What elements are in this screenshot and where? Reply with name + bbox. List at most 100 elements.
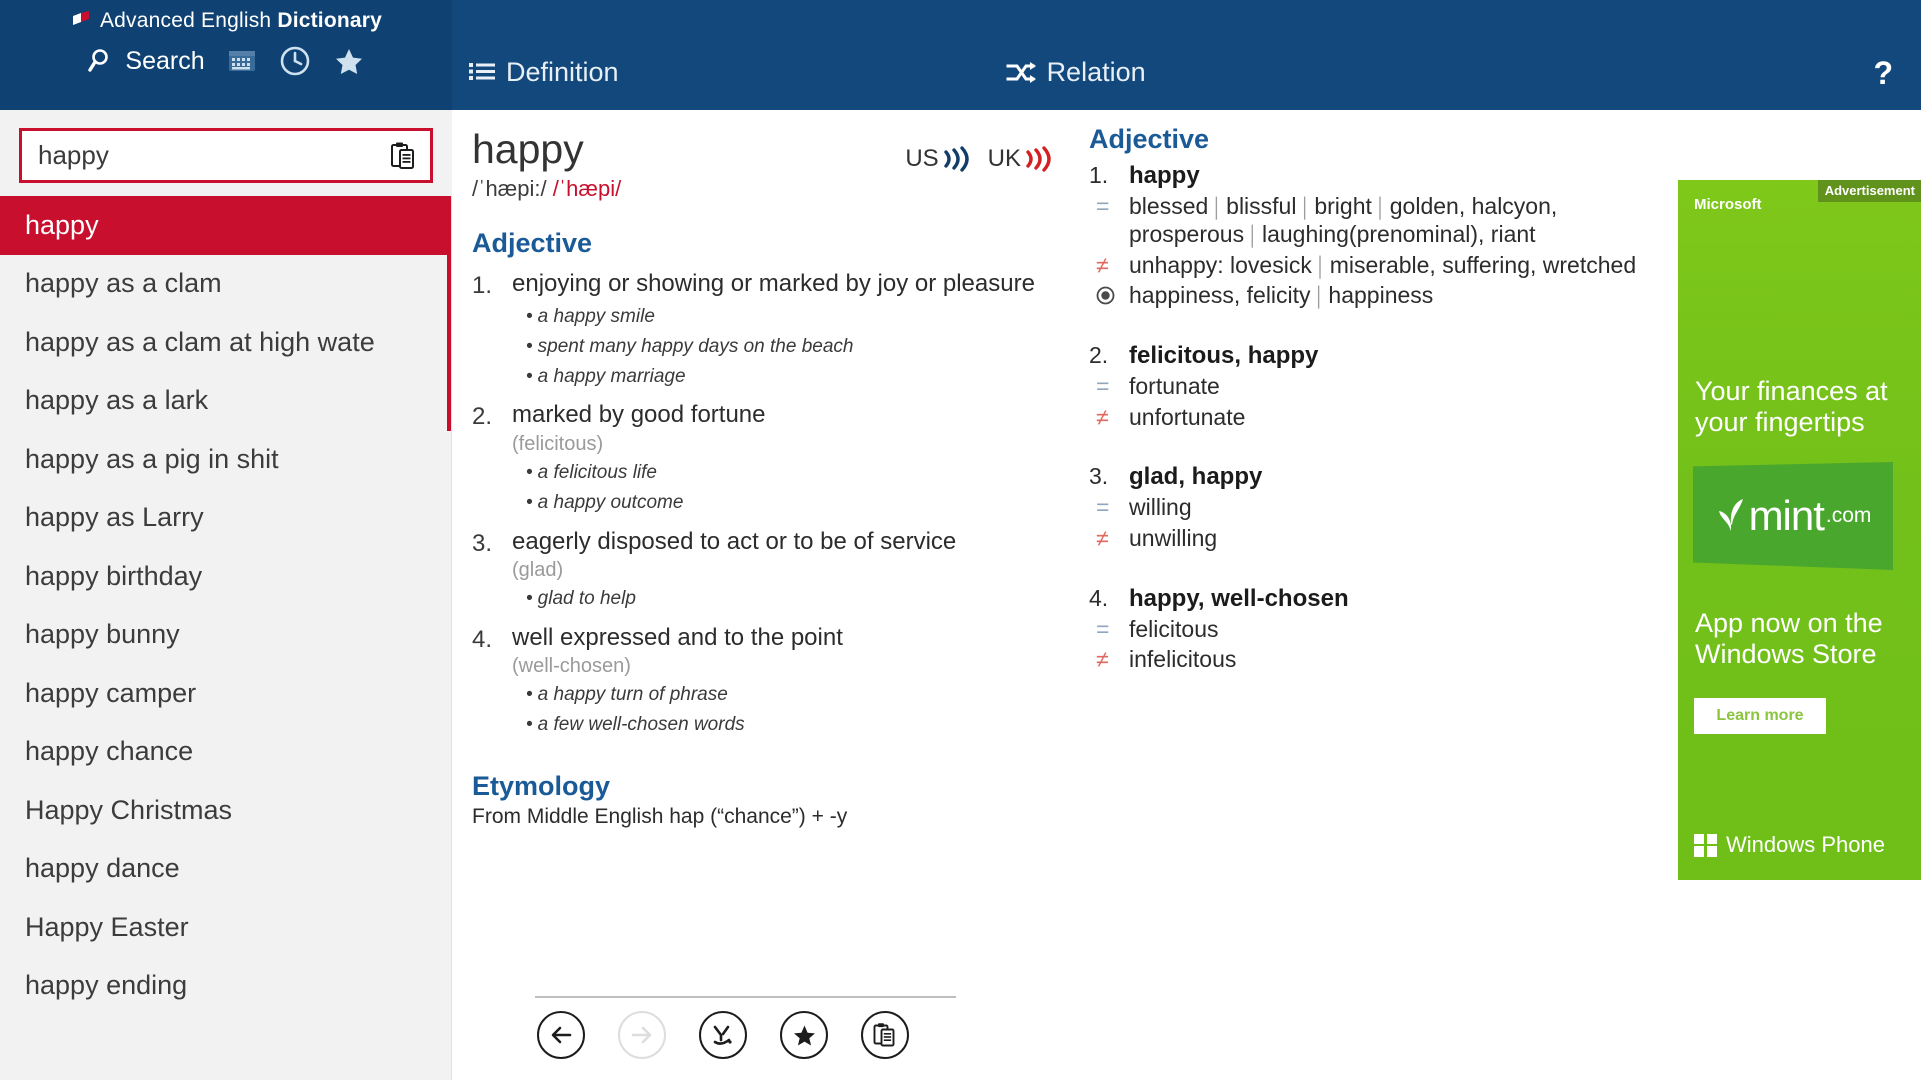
bullet-icon: • (526, 492, 533, 514)
sense-example: • a felicitous life (526, 462, 657, 484)
list-item[interactable]: Happy Christmas (0, 781, 451, 840)
sense-entry: 2. marked by good fortune (felicitous) •… (472, 400, 1055, 516)
list-item[interactable]: happy chance (0, 723, 451, 782)
tab-relation-label: Relation (1046, 57, 1146, 87)
clipboard-icon (873, 1022, 897, 1049)
sense-body: enjoying or showing or marked by joy or … (512, 269, 1055, 390)
sense-body: well expressed and to the point (well-ch… (512, 623, 1055, 739)
relation-number: 1. (1089, 162, 1109, 188)
bottom-buttons (537, 1011, 909, 1059)
search-label: Search (125, 46, 205, 75)
list-item[interactable]: Happy Easter (0, 898, 451, 957)
ad-label: Advertisement (1817, 180, 1921, 202)
ad-headline: Your finances at your fingertips (1695, 376, 1888, 438)
list-item[interactable]: happy bunny (0, 606, 451, 665)
forward-button (618, 1011, 666, 1059)
book-icon (70, 9, 92, 31)
clipboard-icon[interactable] (390, 141, 416, 171)
advertisement-panel[interactable]: Microsoft Advertisement Your finances at… (1678, 180, 1921, 880)
equals-icon: = (1096, 615, 1110, 642)
sense-example: • a happy turn of phrase (526, 684, 728, 706)
equals-icon: = (1096, 193, 1110, 219)
list-item[interactable]: happy as a clam at high wate (0, 313, 451, 372)
help-button[interactable]: ? (1873, 55, 1893, 92)
mint-domain: .com (1825, 504, 1872, 527)
arrow-right-icon (629, 1022, 655, 1048)
star-icon (333, 45, 365, 77)
sense-number: 4. (472, 625, 493, 653)
sidebar-item-favorites[interactable] (333, 45, 365, 77)
random-word-button[interactable] (699, 1011, 747, 1059)
not-equals-icon: ≠ (1096, 524, 1109, 551)
speaker-waves-us-icon (941, 144, 973, 174)
sense-body: marked by good fortune (felicitous) • a f… (512, 400, 1055, 516)
relation-word: happy (1129, 162, 1200, 189)
random-icon (710, 1022, 736, 1048)
list-item[interactable]: happy dance (0, 840, 451, 899)
sense-gloss: well expressed and to the point (512, 623, 843, 651)
sidebar-item-search[interactable]: Search (87, 46, 205, 76)
phonetics: /ˈhæpi:/ /ˈhæpi/ (472, 176, 905, 202)
list-item[interactable]: happy as a pig in shit (0, 430, 451, 489)
sidebar: Advanced English Dictionary Search happy… (0, 0, 452, 1080)
list-item[interactable]: happy as a lark (0, 372, 451, 431)
list-item[interactable]: happy as a clam (0, 255, 451, 314)
phonetic-uk: /ˈhæpi/ (552, 176, 622, 202)
favorite-button[interactable] (780, 1011, 828, 1059)
learn-more-button[interactable]: Learn more (1694, 698, 1826, 734)
not-equals-icon: ≠ (1096, 403, 1109, 430)
back-button[interactable] (537, 1011, 585, 1059)
mint-leaf-icon (1715, 495, 1747, 538)
copy-button[interactable] (861, 1011, 909, 1059)
audio-us-button[interactable]: US (905, 144, 972, 174)
list-item[interactable]: happy ending (0, 957, 451, 1016)
ad-subline: App now on the Windows Store (1695, 608, 1883, 670)
etymology-body: From Middle English hap (“chance”) + -y (472, 804, 848, 828)
sense-number: 1. (472, 272, 493, 300)
list-icon (469, 62, 495, 84)
keyboard-icon (227, 48, 257, 74)
arrow-left-icon (548, 1022, 574, 1048)
tab-definition-label: Definition (506, 57, 619, 87)
clock-icon (279, 45, 311, 77)
tab-relation[interactable]: Relation (1006, 57, 1146, 110)
sense-entry: 1. enjoying or showing or marked by joy … (472, 269, 1055, 390)
sense-example: • a few well-chosen words (526, 714, 745, 736)
dictionary-app: Advanced English Dictionary Search happy… (0, 0, 1921, 1080)
relation-number: 3. (1089, 463, 1109, 490)
list-item[interactable]: happy camper (0, 664, 451, 723)
mint-wordmark: mint (1748, 492, 1825, 539)
sense-gloss: enjoying or showing or marked by joy or … (512, 270, 1035, 298)
list-item[interactable]: happy (0, 196, 451, 255)
search-box[interactable] (19, 128, 433, 183)
speaker-waves-uk-icon (1023, 144, 1055, 174)
audio-us-label: US (905, 145, 939, 172)
relation-word: felicitous, happy (1129, 342, 1319, 370)
tab-definition[interactable]: Definition (469, 57, 619, 110)
star-icon (792, 1023, 817, 1048)
relation-word: glad, happy (1129, 463, 1263, 491)
app-brand: Advanced English Dictionary (70, 9, 382, 31)
etymology-title: Etymology (472, 770, 611, 801)
sense-example: • a happy outcome (526, 492, 684, 514)
audio-buttons: US UK (905, 128, 1055, 174)
app-title: Advanced English Dictionary (99, 8, 383, 32)
relation-number: 2. (1089, 342, 1109, 369)
bullet-icon: • (526, 714, 533, 736)
search-input[interactable] (38, 140, 390, 171)
page-title: happy (472, 126, 584, 172)
bullet-icon: • (526, 684, 533, 706)
list-item[interactable]: happy as Larry (0, 489, 451, 548)
sidebar-item-keyboard[interactable] (227, 48, 257, 74)
equals-icon: = (1096, 494, 1110, 521)
sense-example: • spent many happy days on the beach (526, 335, 854, 357)
definition-pane: happy /ˈhæpi:/ /ˈhæpi/ US UK Adjective 1… (452, 110, 1077, 1080)
sidebar-item-history[interactable] (279, 45, 311, 77)
target-dot-icon (1089, 284, 1129, 312)
top-bar: Definition Relation ? (452, 0, 1921, 110)
audio-uk-label: UK (987, 145, 1021, 172)
headword-block: happy /ˈhæpi:/ /ˈhæpi/ (472, 126, 905, 202)
word-list[interactable]: happy happy as a clam happy as a clam at… (0, 196, 452, 1080)
list-item[interactable]: happy birthday (0, 547, 451, 606)
audio-uk-button[interactable]: UK (988, 144, 1055, 174)
